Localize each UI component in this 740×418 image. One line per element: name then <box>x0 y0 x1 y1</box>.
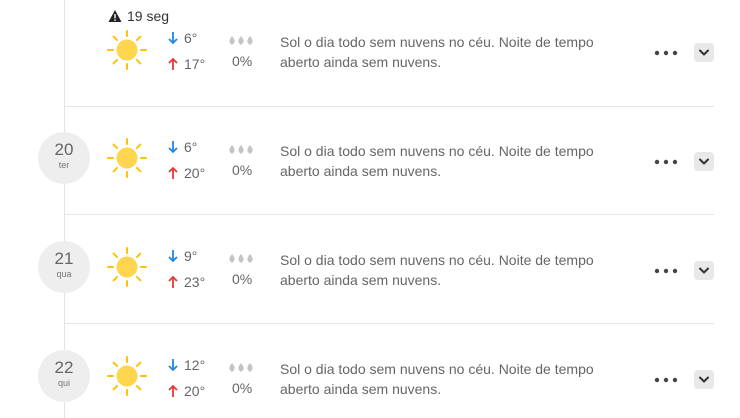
temp-low: 6° <box>167 139 197 155</box>
sun-icon-graphic <box>107 30 147 70</box>
sun-icon-graphic <box>107 138 147 178</box>
precip-chance: 0% <box>232 271 253 287</box>
temp-low: 9° <box>167 248 197 264</box>
sun-icon <box>107 247 147 287</box>
arrow-down-icon <box>168 141 178 154</box>
warning-icon <box>108 10 122 22</box>
more-options-button[interactable] <box>654 155 678 167</box>
temp-high: 17° <box>167 56 205 72</box>
chevron-down-icon <box>699 267 709 274</box>
more-options-button[interactable] <box>654 373 678 385</box>
more-dots-icon <box>654 268 678 274</box>
forecast-row-19: 19 seg 6° 17° 0% Sol o dia todo sem nuve… <box>0 0 740 109</box>
temp-high: 20° <box>167 165 205 181</box>
date-badge: 20 ter <box>38 132 90 184</box>
expand-button[interactable] <box>694 152 714 171</box>
alert-label: 19 seg <box>127 8 170 24</box>
chevron-down-icon <box>699 158 709 165</box>
forecast-description: Sol o dia todo sem nuvens no céu. Noite … <box>280 34 594 70</box>
sun-icon <box>107 138 147 178</box>
row-divider <box>64 214 714 215</box>
expand-button[interactable] <box>694 43 714 62</box>
forecast-row-20: 20 ter 6° 20° 0% Sol o dia todo sem nuve… <box>0 107 740 216</box>
forecast-row-21: 21 qua 9° 23° 0% Sol o dia todo sem nuve… <box>0 216 740 325</box>
chevron-down-icon <box>699 376 709 383</box>
temp-high: 20° <box>167 383 205 399</box>
temp-low: 6° <box>167 30 197 46</box>
arrow-up-icon <box>168 384 178 397</box>
date-number: 20 <box>54 140 74 159</box>
rain-drops-icon <box>228 143 256 155</box>
temp-high: 23° <box>167 274 205 290</box>
date-weekday: qui <box>57 378 70 388</box>
forecast-description: Sol o dia todo sem nuvens no céu. Noite … <box>280 143 594 179</box>
precip-chance: 0% <box>232 53 253 69</box>
weather-alert[interactable]: 19 seg <box>108 8 169 24</box>
arrow-down-icon <box>168 32 178 45</box>
date-weekday: qua <box>56 269 72 279</box>
more-dots-icon <box>654 50 678 56</box>
date-number: 22 <box>54 358 74 377</box>
more-dots-icon <box>654 377 678 383</box>
arrow-up-icon <box>168 57 178 70</box>
rain-drops-icon <box>228 252 256 264</box>
precip-chance: 0% <box>232 162 253 178</box>
sun-icon <box>107 30 147 70</box>
expand-button[interactable] <box>694 261 714 280</box>
more-dots-icon <box>654 159 678 165</box>
more-options-button[interactable] <box>654 46 678 58</box>
more-options-button[interactable] <box>654 264 678 276</box>
arrow-down-icon <box>168 250 178 263</box>
forecast-row-22: 22 qui 12° 20° 0% Sol o dia todo sem nuv… <box>0 325 740 418</box>
sun-icon-graphic <box>107 247 147 287</box>
arrow-down-icon <box>168 359 178 372</box>
date-number: 21 <box>54 249 74 268</box>
arrow-up-icon <box>168 166 178 179</box>
date-badge: 21 qua <box>38 241 90 293</box>
forecast-description: Sol o dia todo sem nuvens no céu. Noite … <box>280 252 594 288</box>
precip-chance: 0% <box>232 380 253 396</box>
temp-low: 12° <box>167 357 205 373</box>
date-weekday: ter <box>58 160 70 170</box>
date-badge: 22 qui <box>38 350 90 402</box>
forecast-description: Sol o dia todo sem nuvens no céu. Noite … <box>280 361 594 397</box>
sun-icon-graphic <box>107 356 147 396</box>
chevron-down-icon <box>699 49 709 56</box>
rain-drops-icon <box>228 34 256 46</box>
row-divider <box>64 323 714 324</box>
arrow-up-icon <box>168 275 178 288</box>
rain-drops-icon <box>228 361 256 373</box>
sun-icon <box>107 356 147 396</box>
expand-button[interactable] <box>694 370 714 389</box>
